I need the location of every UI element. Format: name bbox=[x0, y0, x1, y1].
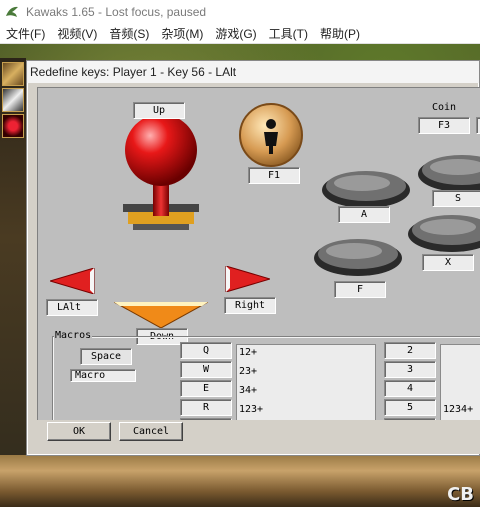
macro-sequence-2: 23+ bbox=[239, 366, 258, 377]
left-key-field[interactable]: LAlt bbox=[46, 299, 98, 316]
menu-bar: 文件(F) 视频(V) 音频(S) 杂项(M) 游戏(G) 工具(T) 帮助(P… bbox=[0, 24, 480, 44]
window-title: Kawaks 1.65 - Lost focus, paused bbox=[26, 5, 207, 19]
hud-orb-icon bbox=[2, 114, 24, 138]
macro-key-2[interactable]: 2 bbox=[384, 342, 436, 359]
dialog-title: Redefine keys: Player 1 - Key 56 - LAlt bbox=[27, 61, 479, 83]
macro-key-4[interactable]: 4 bbox=[384, 380, 436, 397]
game-corner-text: CB bbox=[447, 484, 474, 505]
joystick-graphic bbox=[123, 114, 199, 230]
macro-key-q[interactable]: Q bbox=[180, 342, 232, 359]
game-hud-strip bbox=[0, 58, 26, 507]
menu-game[interactable]: 游戏(G) bbox=[209, 25, 262, 42]
kawaks-app-icon bbox=[6, 6, 18, 17]
button-b-icon bbox=[418, 155, 480, 192]
macro-key-5[interactable]: 5 bbox=[384, 399, 436, 416]
right-arrow-icon bbox=[225, 266, 270, 292]
macro-key-w[interactable]: W bbox=[180, 361, 232, 378]
window-titlebar: Kawaks 1.65 - Lost focus, paused bbox=[0, 0, 480, 24]
controller-panel: Up LAlt Right Down F1 Coin F3 A S F X Ma… bbox=[37, 87, 480, 452]
hud-x-icon bbox=[2, 88, 24, 112]
menu-video[interactable]: 视频(V) bbox=[51, 25, 103, 42]
cancel-button[interactable]: Cancel bbox=[119, 422, 183, 441]
button-d-key-field[interactable]: X bbox=[422, 254, 474, 271]
ok-button[interactable]: OK bbox=[47, 422, 111, 441]
hud-portrait-icon bbox=[2, 62, 24, 86]
redefine-keys-dialog: Redefine keys: Player 1 - Key 56 - LAlt bbox=[26, 60, 480, 456]
joystick-base-bottom bbox=[133, 224, 189, 230]
macro-name-field[interactable]: Macro bbox=[70, 369, 136, 382]
macro-key-e[interactable]: E bbox=[180, 380, 232, 397]
game-floor: CB bbox=[0, 455, 480, 507]
joystick-ball bbox=[125, 114, 197, 186]
menu-audio[interactable]: 音频(S) bbox=[103, 25, 155, 42]
left-arrow-icon bbox=[50, 268, 95, 294]
dialog-button-bar: OK Cancel bbox=[37, 420, 480, 454]
button-a-key-field[interactable]: A bbox=[338, 206, 390, 223]
macro-key-r[interactable]: R bbox=[180, 399, 232, 416]
up-key-field[interactable]: Up bbox=[133, 102, 185, 119]
button-d-icon bbox=[408, 215, 480, 252]
start-button-icon bbox=[239, 103, 303, 167]
button-c-icon bbox=[314, 239, 402, 276]
coin-key-field-2[interactable] bbox=[476, 117, 480, 134]
menu-file[interactable]: 文件(F) bbox=[0, 25, 51, 42]
start-key-field[interactable]: F1 bbox=[248, 167, 300, 184]
button-a-icon bbox=[322, 171, 410, 208]
macro-sequence-1: 12+ bbox=[239, 347, 258, 358]
menu-misc[interactable]: 杂项(M) bbox=[155, 25, 209, 42]
macro-key-3[interactable]: 3 bbox=[384, 361, 436, 378]
macro-assign-key-field[interactable]: Space bbox=[80, 348, 132, 365]
coin-key-field[interactable]: F3 bbox=[418, 117, 470, 134]
right-key-field[interactable]: Right bbox=[224, 297, 276, 314]
macros-label: Macros bbox=[54, 330, 93, 341]
button-b-key-field[interactable]: S bbox=[432, 190, 480, 207]
macro-sequence-4: 123+ bbox=[239, 404, 264, 415]
down-arrow-icon bbox=[114, 302, 208, 328]
coin-label: Coin bbox=[432, 102, 457, 113]
macro-sequence-3: 34+ bbox=[239, 385, 258, 396]
menu-tools[interactable]: 工具(T) bbox=[263, 25, 314, 42]
button-c-key-field[interactable]: F bbox=[334, 281, 386, 298]
macro-sequence-5: 1234+ bbox=[443, 404, 474, 415]
menu-help[interactable]: 帮助(P) bbox=[314, 25, 366, 42]
